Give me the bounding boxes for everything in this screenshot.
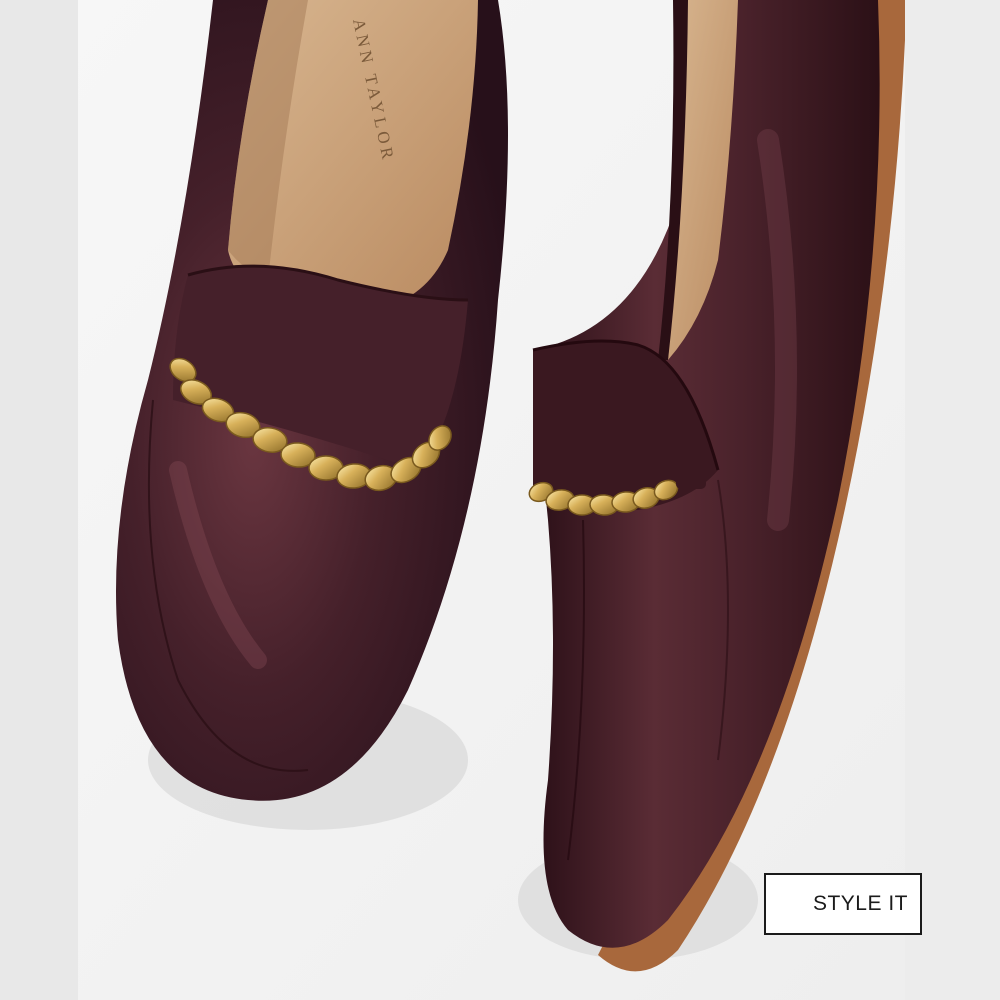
right-margin	[905, 0, 1000, 1000]
left-margin	[0, 0, 78, 1000]
product-gallery: ANN TAYLOR STYLE IT	[0, 0, 1000, 1000]
style-it-button[interactable]: STYLE IT	[764, 873, 922, 935]
style-it-label: STYLE IT	[812, 892, 908, 915]
product-photo[interactable]: ANN TAYLOR	[78, 0, 905, 1000]
